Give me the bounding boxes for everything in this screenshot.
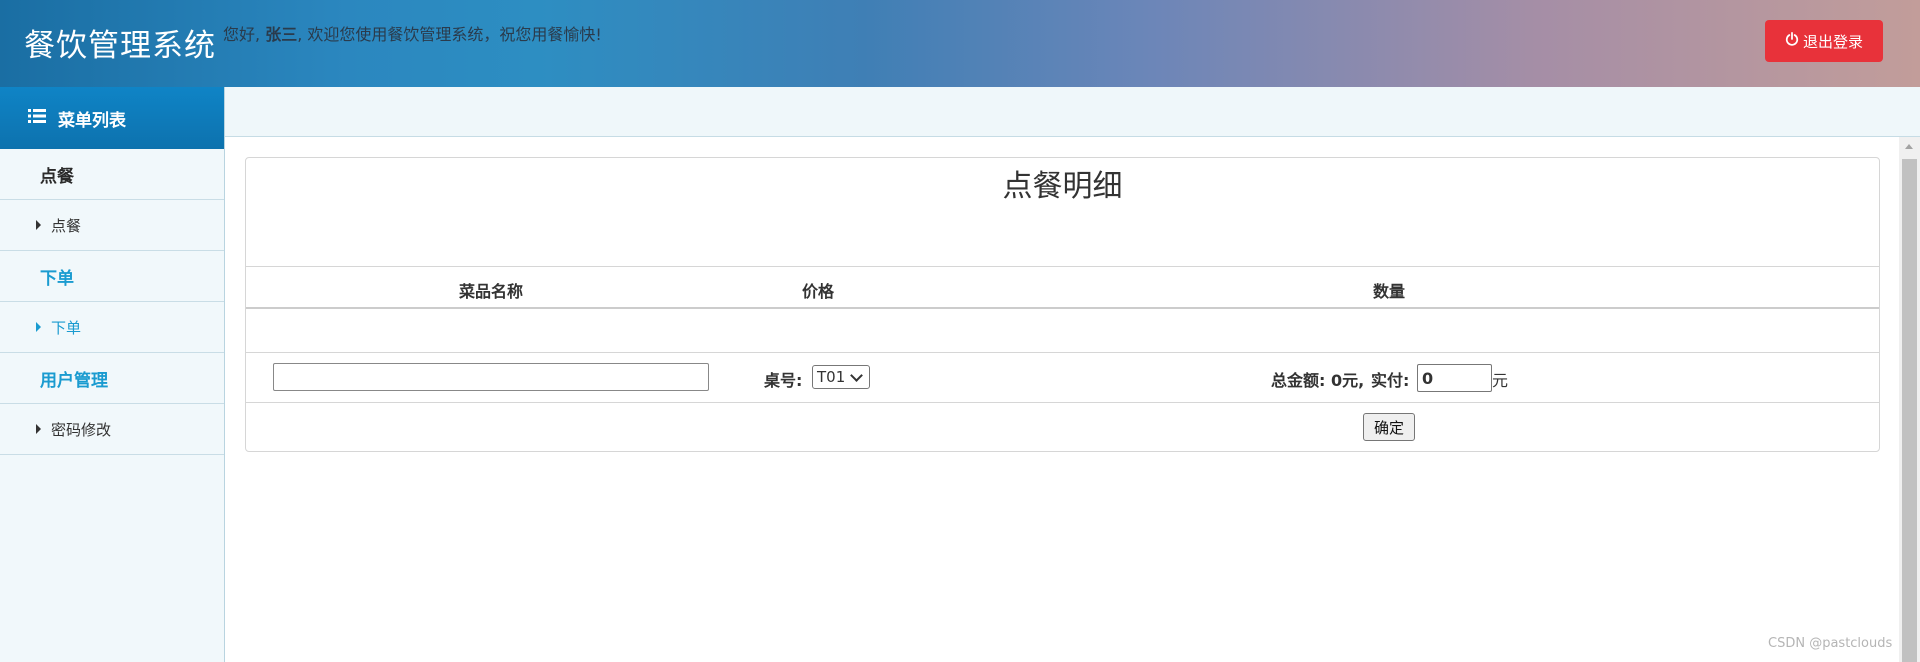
welcome-suffix: , 欢迎您使用餐饮管理系统，祝您用餐愉快! xyxy=(297,25,602,44)
sidebar-header: 菜单列表 xyxy=(0,87,224,149)
order-detail-panel: 点餐明细 菜品名称 价格 数量 桌号: T01 总金额: 0元, 实付: 0 元… xyxy=(245,157,1880,452)
sidebar-item-label: 下单 xyxy=(51,318,82,337)
sidebar-group-order[interactable]: 点餐 xyxy=(0,149,224,200)
table-number-value: T01 xyxy=(817,368,846,386)
power-icon xyxy=(1785,32,1799,50)
sidebar-item-label: 密码修改 xyxy=(51,420,112,439)
dish-name-input[interactable] xyxy=(273,363,709,391)
welcome-message: 您好, 张三, 欢迎您使用餐饮管理系统，祝您用餐愉快! xyxy=(223,21,602,45)
sidebar: 菜单列表 点餐 点餐 下单 下单 用户管理 密码修改 xyxy=(0,87,225,662)
caret-right-icon xyxy=(36,424,41,434)
table-number-label: 桌号: xyxy=(764,371,803,390)
content-top-strip xyxy=(225,87,1920,137)
vertical-scrollbar[interactable] xyxy=(1899,137,1920,662)
app-brand: 餐饮管理系统 xyxy=(24,28,216,64)
order-input-row: 桌号: T01 总金额: 0元, 实付: 0 元 xyxy=(246,353,1879,403)
scroll-up-arrow-icon[interactable] xyxy=(1905,144,1913,149)
welcome-prefix: 您好, xyxy=(223,25,266,44)
sidebar-group-place-order[interactable]: 下单 xyxy=(0,251,224,302)
total-amount-label: 总金额: 0元, xyxy=(1271,371,1365,390)
app-header: 餐饮管理系统 您好, 张三, 欢迎您使用餐饮管理系统，祝您用餐愉快! 退出登录 xyxy=(0,0,1920,87)
paid-amount-input[interactable]: 0 xyxy=(1417,364,1492,392)
sidebar-group-user-management[interactable]: 用户管理 xyxy=(0,353,224,404)
column-header-price: 价格 xyxy=(802,282,835,301)
list-icon xyxy=(28,108,46,129)
table-header-row: 菜品名称 价格 数量 xyxy=(246,266,1879,309)
column-header-quantity: 数量 xyxy=(1373,282,1406,301)
logout-button[interactable]: 退出登录 xyxy=(1765,20,1883,62)
table-row xyxy=(246,311,1879,353)
paid-label: 实付: xyxy=(1371,371,1410,390)
caret-right-icon xyxy=(36,220,41,230)
sidebar-item-order[interactable]: 点餐 xyxy=(0,200,224,251)
table-number-select[interactable]: T01 xyxy=(812,365,870,389)
sidebar-item-change-password[interactable]: 密码修改 xyxy=(0,404,224,455)
confirm-button[interactable]: 确定 xyxy=(1363,413,1415,441)
sidebar-item-label: 点餐 xyxy=(51,216,82,235)
watermark: CSDN @pastclouds xyxy=(1768,636,1893,651)
sidebar-title: 菜单列表 xyxy=(58,110,126,131)
sidebar-item-place-order[interactable]: 下单 xyxy=(0,302,224,353)
currency-label: 元 xyxy=(1492,371,1509,390)
logout-label: 退出登录 xyxy=(1802,32,1863,51)
column-header-dish-name: 菜品名称 xyxy=(459,282,524,301)
caret-right-icon xyxy=(36,322,41,332)
action-row: 确定 xyxy=(246,403,1879,453)
page-title: 点餐明细 xyxy=(1002,169,1123,204)
chevron-down-icon xyxy=(850,368,864,382)
username: 张三 xyxy=(265,25,298,44)
scrollbar-thumb[interactable] xyxy=(1902,159,1917,662)
